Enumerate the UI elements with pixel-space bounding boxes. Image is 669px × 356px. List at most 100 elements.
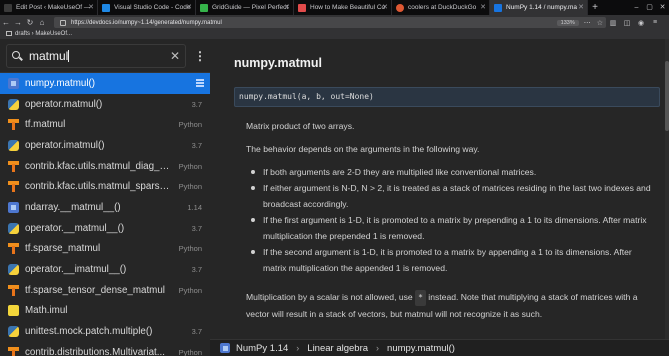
- back-arrow-icon[interactable]: ←: [0, 15, 12, 30]
- search-icon: [11, 50, 23, 62]
- more-options-icon[interactable]: ⋮: [194, 49, 206, 63]
- close-tab-icon[interactable]: ✕: [480, 0, 486, 15]
- search-result-item[interactable]: ndarray.__matmul__() 1.14: [0, 197, 210, 218]
- tab-title: NumPy 1.14 / numpy.ma: [506, 4, 578, 11]
- bookmarks-toolbar: drafts › MakeUseOf...: [0, 30, 669, 39]
- browser-tab[interactable]: Edit Post ‹ MakeUseOf — ✕: [0, 0, 98, 15]
- page-actions-icon[interactable]: ⋯: [581, 19, 594, 27]
- close-tab-icon[interactable]: ✕: [382, 0, 388, 15]
- doc-version-label: Python: [178, 347, 202, 356]
- new-tab-button[interactable]: +: [588, 0, 602, 15]
- tab-favicon-icon: [200, 4, 208, 12]
- behavior-list: If both arguments are 2-D they are multi…: [246, 164, 656, 276]
- forward-arrow-icon[interactable]: →: [12, 15, 24, 30]
- search-result-item[interactable]: tf.sparse_tensor_dense_matmul Python: [0, 280, 210, 301]
- search-result-item[interactable]: contrib.kfac.utils.matmul_sparse... Pytho…: [0, 176, 210, 197]
- search-result-item[interactable]: operator.imatmul() 3.7: [0, 135, 210, 156]
- minimize-icon[interactable]: –: [630, 0, 643, 15]
- tensorflow-icon: [8, 243, 19, 255]
- doc-version-label: 3.7: [191, 140, 202, 150]
- search-result-item[interactable]: Math.imul: [0, 301, 210, 322]
- tensorflow-icon: [8, 160, 19, 172]
- breadcrumb-separator: ›: [296, 343, 300, 353]
- close-tab-icon[interactable]: ✕: [88, 0, 94, 15]
- python-icon: [8, 264, 19, 276]
- search-result-item[interactable]: numpy.matmul(): [0, 73, 210, 94]
- folder-icon: [6, 31, 12, 36]
- tensorflow-icon: [8, 119, 19, 131]
- breadcrumb-item[interactable]: Linear algebra: [307, 343, 368, 354]
- browser-tab-bar: Edit Post ‹ MakeUseOf — ✕ Visual Studio C…: [0, 0, 669, 15]
- navigation-bar: ← → ↻ ⌂ https://devdocs.io/numpy~1.14/ge…: [0, 15, 669, 30]
- maximize-icon[interactable]: ▢: [643, 0, 656, 15]
- doc-version-label: Python: [178, 161, 202, 171]
- extension-icon[interactable]: ◉: [634, 19, 648, 27]
- browser-tab[interactable]: GridGuide — Pixel Perfect ✕: [196, 0, 294, 15]
- close-tab-icon[interactable]: ✕: [284, 0, 290, 15]
- breadcrumb-item[interactable]: NumPy 1.14: [236, 343, 288, 354]
- result-label: tf.matmul: [25, 119, 66, 131]
- window-controls: – ▢ ✕: [630, 0, 669, 15]
- doc-version-label: Python: [178, 182, 202, 192]
- hamburger-menu-icon[interactable]: ≡: [648, 19, 662, 26]
- note-text: Multiplication by a scalar is not allowe…: [246, 292, 416, 302]
- browser-tab[interactable]: Visual Studio Code - Code ✕: [98, 0, 196, 15]
- result-label: numpy.matmul(): [25, 77, 96, 89]
- browser-tab[interactable]: How to Make Beautiful Co ✕: [294, 0, 392, 15]
- browser-tab-active[interactable]: NumPy 1.14 / numpy.ma ✕: [490, 0, 588, 15]
- search-result-item[interactable]: operator.__imatmul__() 3.7: [0, 259, 210, 280]
- breadcrumb: NumPy 1.14 › Linear algebra › numpy.matm…: [210, 339, 669, 356]
- doc-version-label: Python: [178, 285, 202, 295]
- list-item: If either argument is N-D, N > 2, it is …: [246, 180, 656, 212]
- close-window-icon[interactable]: ✕: [656, 0, 669, 15]
- scalar-note-text: Multiplication by a scalar is not allowe…: [246, 289, 656, 322]
- close-tab-icon[interactable]: ✕: [186, 0, 192, 15]
- result-label: Math.imul: [25, 305, 68, 317]
- result-label: operator.__imatmul__(): [25, 264, 127, 276]
- doc-version-label: Python: [178, 244, 202, 254]
- doc-version-label: 1.14: [187, 202, 202, 212]
- search-result-item[interactable]: contrib.distributions.Multivariat... Pyth…: [0, 342, 210, 356]
- lock-icon: [60, 19, 66, 26]
- result-label: contrib.kfac.utils.matmul_diag_s...: [25, 160, 170, 172]
- list-item: If both arguments are 2-D they are multi…: [246, 164, 656, 180]
- search-result-item[interactable]: tf.matmul Python: [0, 114, 210, 135]
- text-caret: [68, 49, 70, 62]
- home-icon[interactable]: ⌂: [36, 15, 48, 30]
- search-result-item[interactable]: unittest.mock.patch.multiple() 3.7: [0, 321, 210, 342]
- address-bar[interactable]: https://devdocs.io/numpy~1.14/generated/…: [54, 17, 606, 28]
- list-icon[interactable]: [196, 79, 204, 87]
- zoom-level-badge[interactable]: 133%: [556, 19, 579, 26]
- library-icon[interactable]: ▥: [606, 19, 620, 27]
- summary-text: Matrix product of two arrays.: [246, 121, 355, 131]
- doc-version-label: Python: [178, 120, 202, 130]
- tab-favicon-icon: [298, 4, 306, 12]
- breadcrumb-separator: ›: [376, 343, 380, 353]
- javascript-icon: [8, 305, 19, 317]
- clear-search-icon[interactable]: ✕: [170, 49, 180, 63]
- search-input[interactable]: matmul ✕: [6, 43, 186, 68]
- bookmark-star-icon[interactable]: ☆: [594, 19, 606, 27]
- close-tab-icon[interactable]: ✕: [578, 0, 584, 15]
- browser-tab[interactable]: coolers at DuckDuckGo ✕: [392, 0, 490, 15]
- result-label: contrib.distributions.Multivariat...: [25, 346, 165, 356]
- content-scrollbar[interactable]: [665, 39, 669, 339]
- scrollbar-thumb[interactable]: [665, 61, 669, 131]
- numpy-icon: [8, 77, 19, 89]
- tab-title: Visual Studio Code - Code: [114, 4, 191, 11]
- tab-favicon-icon: [396, 4, 404, 12]
- list-item: If the second argument is 1-D, it is pro…: [246, 244, 656, 276]
- search-query[interactable]: matmul: [29, 49, 70, 63]
- python-icon: [8, 98, 19, 110]
- reload-icon[interactable]: ↻: [24, 15, 36, 30]
- search-result-item[interactable]: contrib.kfac.utils.matmul_diag_s... Pytho…: [0, 156, 210, 177]
- search-result-item[interactable]: operator.__matmul__() 3.7: [0, 218, 210, 239]
- search-result-item[interactable]: operator.matmul() 3.7: [0, 94, 210, 115]
- sidebar-toggle-icon[interactable]: ◫: [620, 19, 634, 27]
- doc-version-label: 3.7: [191, 327, 202, 337]
- breadcrumb-item[interactable]: numpy.matmul(): [387, 343, 455, 354]
- tab-title: Edit Post ‹ MakeUseOf —: [16, 4, 91, 11]
- bookmark-item[interactable]: drafts › MakeUseOf...: [15, 31, 72, 37]
- search-result-item[interactable]: tf.sparse_matmul Python: [0, 239, 210, 260]
- result-label: contrib.kfac.utils.matmul_sparse...: [25, 181, 170, 193]
